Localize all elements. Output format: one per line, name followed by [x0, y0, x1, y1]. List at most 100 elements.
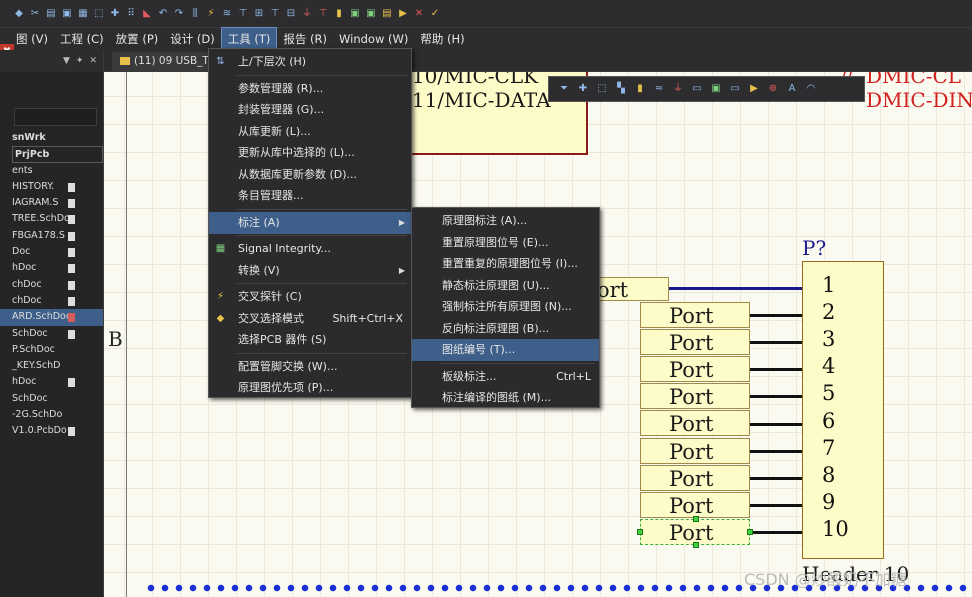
project-tree-item[interactable]: HISTORY. — [0, 179, 103, 195]
dropdown-icon[interactable]: ▼ — [63, 56, 70, 66]
tools_menu-item[interactable]: ⚡ 交叉探针 (C) — [209, 286, 411, 308]
toolbar-tool-icon[interactable]: ⏚ — [302, 8, 312, 20]
active-bar-tool-icon[interactable]: ✚ — [576, 83, 590, 95]
active-bar-tool-icon[interactable]: ▶ — [747, 83, 761, 95]
toolbar-tool-icon[interactable]: ⫼ — [190, 8, 200, 20]
toolbar-tool-icon[interactable]: ⬚ — [94, 8, 104, 20]
port[interactable]: Port — [640, 410, 750, 437]
close-icon[interactable]: ✕ — [89, 56, 97, 66]
active-bar-tool-icon[interactable]: ▚ — [614, 83, 628, 95]
annotate_menu-item[interactable]: 原理图标注 (A)... — [412, 210, 599, 232]
active-bar-tool-icon[interactable]: ≈ — [652, 83, 666, 95]
active-bar-tool-icon[interactable]: A — [785, 83, 799, 95]
toolbar-tool-icon[interactable]: ↷ — [174, 8, 184, 20]
selection-handle[interactable] — [693, 516, 699, 522]
project-tree-item[interactable]: V1.0.PcbDo — [0, 423, 103, 439]
toolbar-tool-icon[interactable]: ✓ — [430, 8, 440, 20]
project-tree-item[interactable]: PrjPcb — [12, 146, 103, 163]
tools_menu-item[interactable]: 封装管理器 (G)... — [209, 99, 411, 121]
project-tree-item[interactable]: IAGRAM.S — [0, 195, 103, 211]
tools_menu-item[interactable]: ▦ Signal Integrity... — [209, 238, 411, 260]
toolbar-tool-icon[interactable]: ⊤ — [238, 8, 248, 20]
project-tree-item[interactable]: -2G.SchDo — [0, 407, 103, 423]
pin-line[interactable] — [750, 314, 802, 318]
toolbar-tool-icon[interactable]: ✚ — [110, 8, 120, 20]
project-tree-item[interactable]: TREE.SchDo — [0, 211, 103, 227]
port[interactable]: Port — [640, 491, 750, 518]
header-10-body[interactable] — [802, 261, 884, 559]
project-tree-item[interactable]: chDoc — [0, 277, 103, 293]
project-tree-item[interactable]: _KEY.SchD — [0, 358, 103, 374]
toolbar-tool-icon[interactable]: ✕ — [414, 8, 424, 20]
toolbar-tool-icon[interactable]: ▶ — [398, 8, 408, 20]
project-tree-item[interactable]: chDoc — [0, 293, 103, 309]
tools_menu-item[interactable]: 选择PCB 器件 (S) — [209, 329, 411, 351]
port[interactable]: Port — [640, 437, 750, 464]
pin-line[interactable] — [750, 530, 802, 534]
tools_menu-item[interactable]: 更新从库中选择的 (L)... — [209, 142, 411, 164]
dmic-net-label[interactable]: DMIC-CL — [866, 72, 961, 88]
tools_menu-item[interactable]: ◆ 交叉选择模式 Shift+Ctrl+X — [209, 308, 411, 330]
pin-line[interactable] — [750, 503, 802, 507]
project-tree-item[interactable]: ARD.SchDoc — [0, 309, 103, 326]
toolbar-tool-icon[interactable]: ▣ — [366, 8, 376, 20]
toolbar-tool-icon[interactable]: ⊞ — [254, 8, 264, 20]
active-bar-tool-icon[interactable]: ⬚ — [595, 83, 609, 95]
wire[interactable] — [669, 287, 802, 290]
pin-line[interactable] — [750, 449, 802, 453]
project-tree-item[interactable]: Doc — [0, 244, 103, 260]
menu-0[interactable]: 图 (V) — [10, 28, 54, 50]
active-bar-tool-icon[interactable]: ⏷ — [557, 83, 571, 95]
toolbar-tool-icon[interactable]: ▦ — [78, 8, 88, 20]
tools_menu-item[interactable]: ⇅ 上/下层次 (H) — [209, 51, 411, 73]
pin-line[interactable] — [750, 476, 802, 480]
tools_menu-item[interactable]: 转换 (V) ▶ — [209, 260, 411, 282]
tools_menu-item[interactable]: 从数据库更新参数 (D)... — [209, 164, 411, 186]
toolbar-tool-icon[interactable]: ⊤ — [318, 8, 328, 20]
project-tree-item[interactable]: snWrk — [0, 130, 103, 146]
selection-handle[interactable] — [693, 542, 699, 548]
toolbar-tool-icon[interactable]: ◣ — [142, 8, 152, 20]
port[interactable]: Port — [640, 302, 750, 328]
active-bar-tool-icon[interactable]: ⏚ — [671, 83, 685, 95]
pin-line[interactable] — [750, 368, 802, 372]
toolbar-tool-icon[interactable]: ◆ — [14, 8, 24, 20]
pin-line[interactable] — [750, 395, 802, 399]
toolbar-tool-icon[interactable]: ↶ — [158, 8, 168, 20]
tools_menu-item[interactable]: 标注 (A) ▶ — [209, 211, 411, 234]
tools_menu-item[interactable]: 参数管理器 (R)... — [209, 78, 411, 100]
port[interactable]: Port — [640, 383, 750, 410]
project-tree-item[interactable]: P.SchDoc — [0, 342, 103, 358]
dmic-net-label[interactable]: DMIC-DIN — [866, 88, 972, 112]
toolbar-tool-icon[interactable]: ⊤ — [270, 8, 280, 20]
tools_menu-item[interactable]: 原理图优先项 (P)... — [209, 377, 411, 399]
project-tree-item[interactable]: FBGA178.S — [0, 228, 103, 244]
annotate_menu-item[interactable]: 标注编译的图纸 (M)... — [412, 387, 599, 409]
active-bar-tool-icon[interactable]: ▭ — [728, 83, 742, 95]
tools_menu-item[interactable]: 条目管理器... — [209, 185, 411, 207]
toolbar-tool-icon[interactable]: ≋ — [222, 8, 232, 20]
menu-7[interactable]: 帮助 (H) — [414, 28, 470, 50]
menu-5[interactable]: 报告 (R) — [277, 28, 333, 50]
project-tree-item[interactable]: SchDoc — [0, 326, 103, 342]
pin-icon[interactable]: ✦ — [76, 56, 84, 66]
active-bar-tool-icon[interactable]: ⊕ — [766, 83, 780, 95]
annotate_menu-item[interactable]: 重置原理图位号 (E)... — [412, 232, 599, 254]
tools_menu-item[interactable]: 配置管脚交换 (W)... — [209, 356, 411, 378]
port[interactable]: Port — [640, 518, 750, 545]
port[interactable]: Port — [640, 329, 750, 356]
net-label[interactable]: I10/MIC-CLK — [404, 72, 538, 88]
toolbar-tool-icon[interactable]: ⚡ — [206, 8, 216, 20]
active-bar-tool-icon[interactable]: ▭ — [690, 83, 704, 95]
toolbar-tool-icon[interactable]: ▤ — [382, 8, 392, 20]
selection-handle[interactable] — [637, 529, 643, 535]
panel-search-input[interactable] — [14, 108, 97, 126]
selection-handle[interactable] — [747, 529, 753, 535]
toolbar-tool-icon[interactable]: ✂ — [30, 8, 40, 20]
toolbar-tool-icon[interactable]: ⠿ — [126, 8, 136, 20]
pin-line[interactable] — [750, 341, 802, 345]
toolbar-tool-icon[interactable]: ▣ — [62, 8, 72, 20]
annotate_menu-item[interactable]: 静态标注原理图 (U)... — [412, 275, 599, 297]
header-designator[interactable]: P? — [802, 236, 826, 260]
toolbar-tool-icon[interactable]: ▤ — [46, 8, 56, 20]
